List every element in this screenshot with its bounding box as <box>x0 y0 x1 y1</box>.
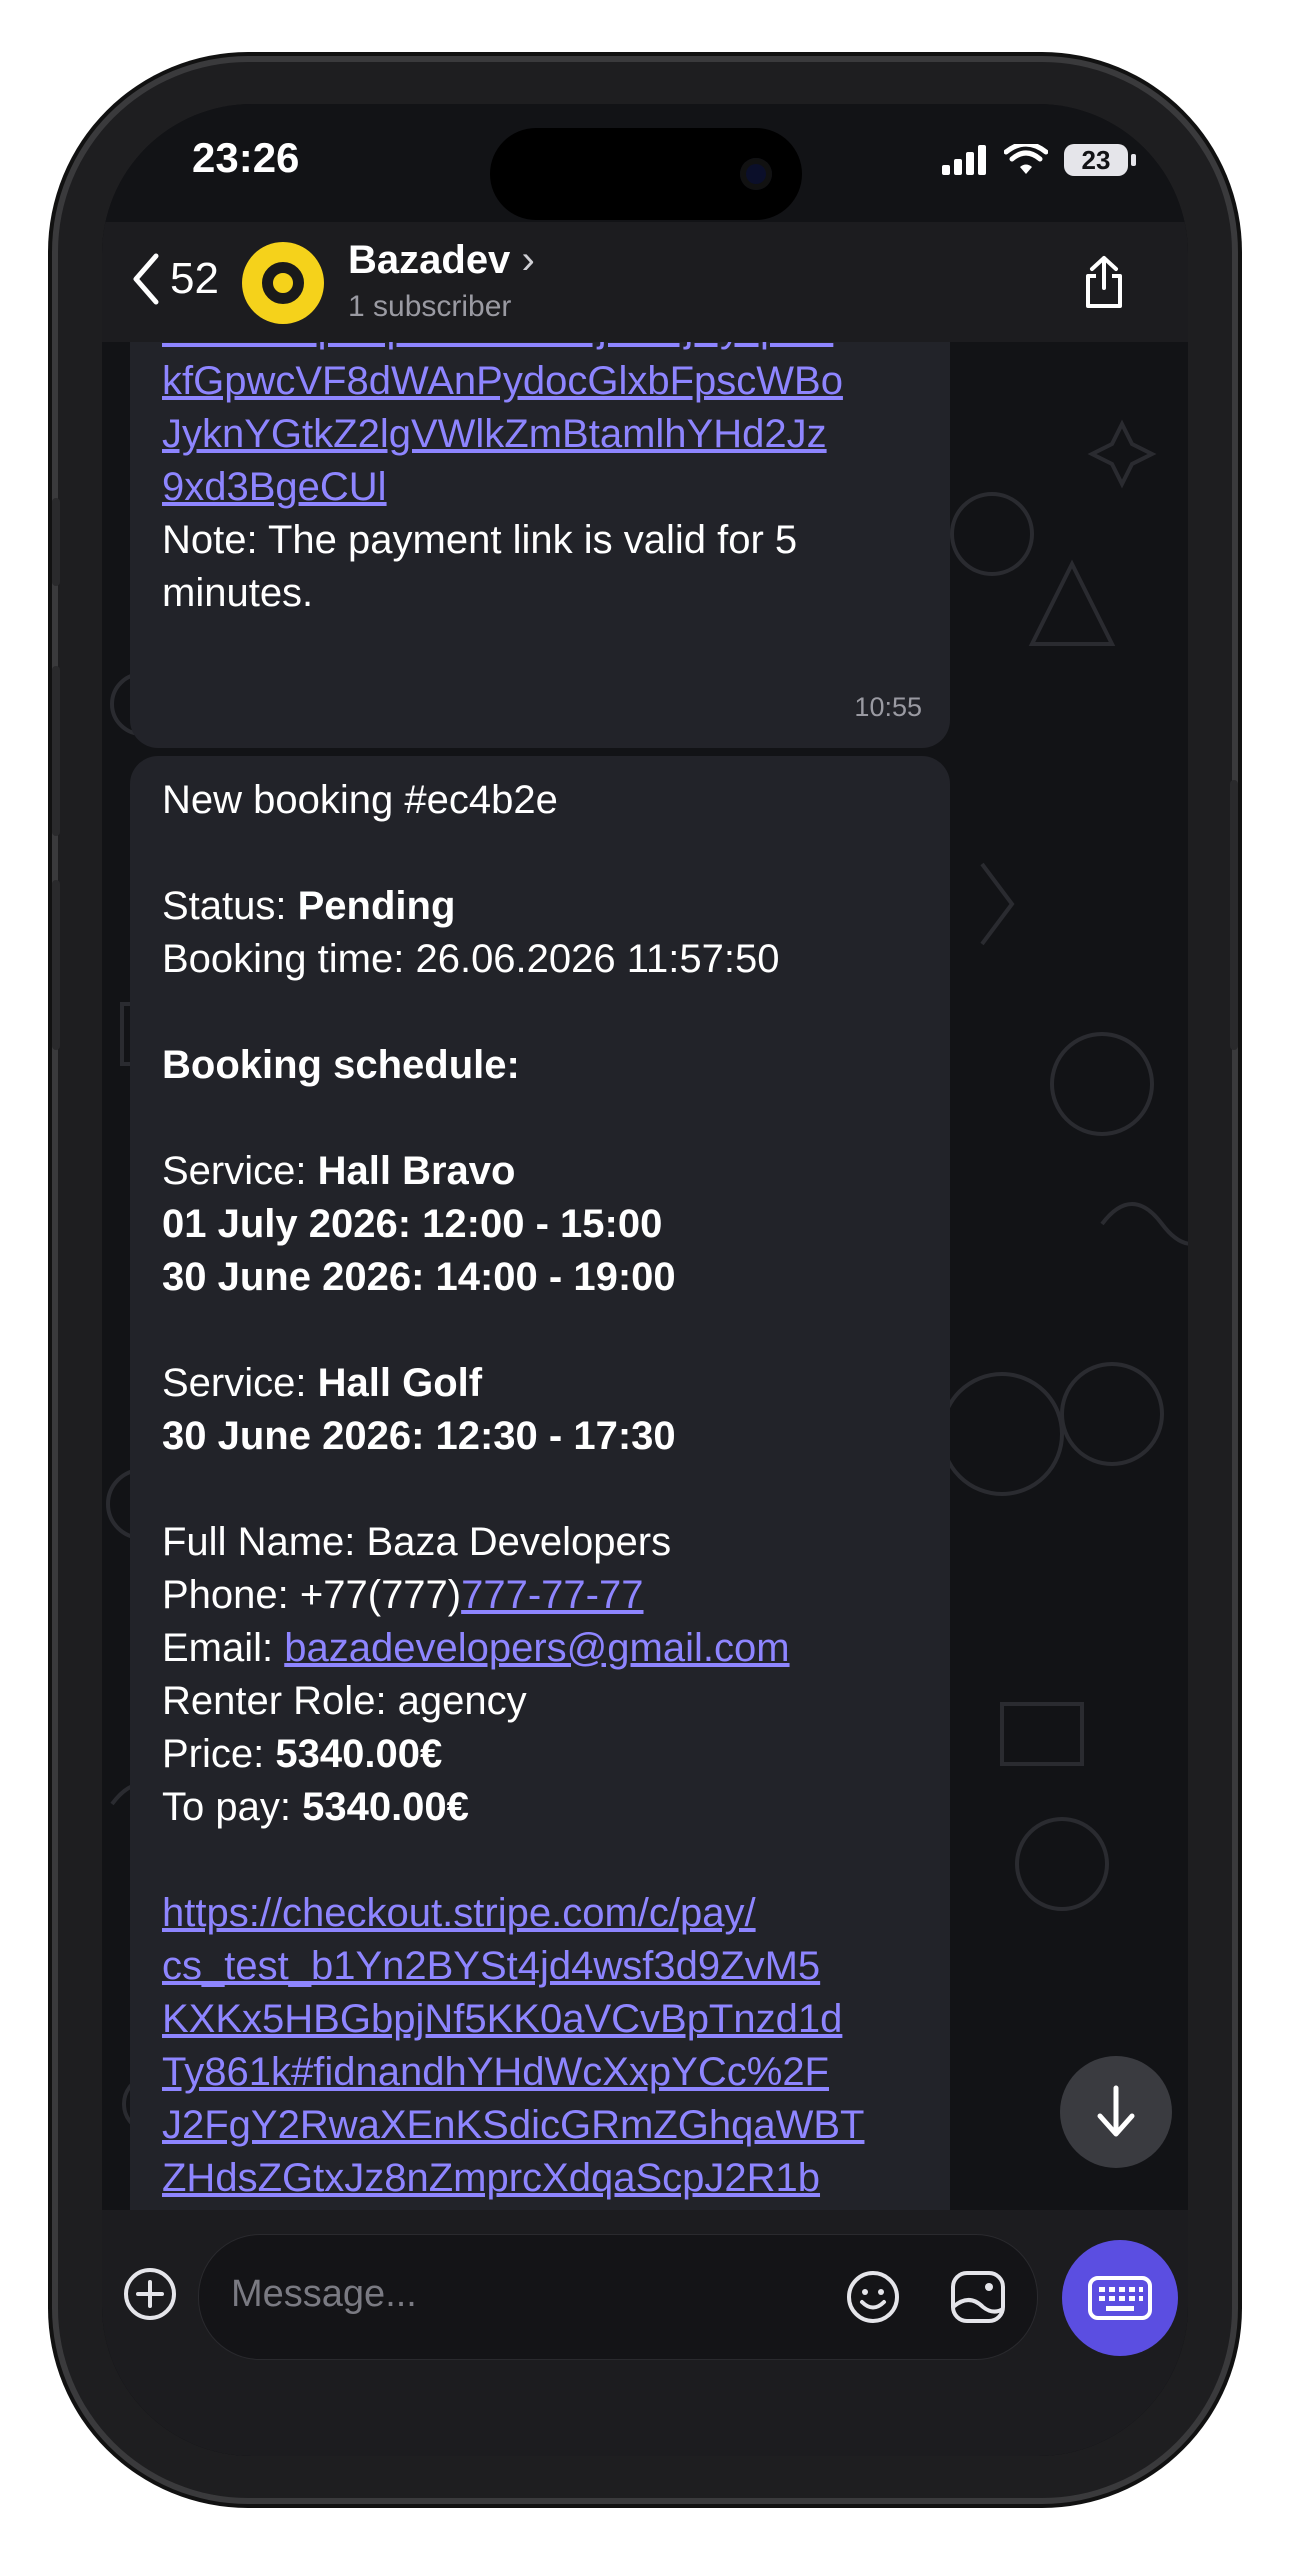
full-name: Full Name: Baza Developers <box>162 1520 672 1564</box>
unread-count: 52 <box>170 254 219 303</box>
payment-link-line[interactable]: J2FgY2RwaXEnKSdicGRmZGhqaWBT <box>162 2099 918 2152</box>
message-bubble-booking: New booking #ec4b2e Status: Pending Book… <box>130 756 950 2256</box>
signal-icon <box>942 145 986 175</box>
keyboard-icon <box>1088 2276 1152 2320</box>
status-icons: 23 <box>942 144 1136 176</box>
payment-link-line[interactable]: JyknYGtkZ2lgVWlkZmBtamlhYHd2Jz <box>162 408 918 461</box>
volume-down-button <box>52 880 60 1050</box>
payment-link-line[interactable]: ZHdsZGtxJz8nZmprcXdqaScpJ2R1b <box>162 2152 918 2205</box>
service-2: Service: Hall Golf <box>162 1361 483 1405</box>
battery-icon: 23 <box>1064 144 1136 176</box>
action-button <box>52 498 60 586</box>
service-1: Service: Hall Bravo <box>162 1149 516 1193</box>
chevron-right-icon: › <box>521 238 535 282</box>
status-bar: 23:26 23 <box>102 104 1188 234</box>
wifi-icon <box>1004 144 1048 174</box>
logo-ring <box>262 262 304 304</box>
renter-role: Renter Role: agency <box>162 1679 527 1723</box>
phone: Phone: +77(777)777-77-77 <box>162 1573 644 1617</box>
payment-link-line[interactable]: cs_test_b1Yn2BYSt4jd4wsf3d9ZvM5 <box>162 1940 918 1993</box>
price: Price: 5340.00€ <box>162 1732 443 1776</box>
power-button <box>1230 780 1238 1050</box>
message-bubble-payment-link: nBrYUZqaWp3Jz8nJmNjY2NjYycpJ2l kfGpwcVF8… <box>130 284 950 748</box>
volume-up-button <box>52 666 60 836</box>
scroll-down-button[interactable] <box>1060 2056 1172 2168</box>
note-text: Note: The payment link is valid for 5 <box>162 518 798 562</box>
phone-screen: nBrYUZqaWp3Jz8nJmNjY2NjYycpJ2l kfGpwcVF8… <box>102 104 1188 2456</box>
note-text: minutes. <box>162 571 314 615</box>
share-icon <box>1086 256 1122 308</box>
email: Email: bazadevelopers@gmail.com <box>162 1626 790 1670</box>
smile-icon <box>847 2271 899 2323</box>
camera-icon <box>740 158 772 190</box>
to-pay: To pay: 5340.00€ <box>162 1785 469 1829</box>
message-time: 10:55 <box>854 692 922 722</box>
payment-link-line[interactable]: KXKx5HBGbpjNf5KK0aVCvBpTnzd1d <box>162 1993 918 2046</box>
email-link[interactable]: bazadevelopers@gmail.com <box>284 1626 789 1670</box>
schedule-heading: Booking schedule: <box>162 1043 520 1087</box>
schedule-slot: 30 June 2026: 12:30 - 17:30 <box>162 1414 676 1458</box>
schedule-slot: 30 June 2026: 14:00 - 19:00 <box>162 1255 676 1299</box>
booking-status: Status: Pending <box>162 884 456 928</box>
booking-time: Booking time: 26.06.2026 11:57:50 <box>162 937 780 981</box>
plus-circle-icon <box>124 2268 176 2320</box>
share-button[interactable] <box>1082 254 1126 315</box>
arrow-down-icon <box>1097 2085 1135 2137</box>
payment-link-line[interactable]: Ty861k#fidnandhYHdWcXxpYCc%2F <box>162 2046 918 2099</box>
chevron-left-icon <box>133 253 159 305</box>
attach-button[interactable] <box>122 2266 178 2327</box>
phone-link[interactable]: 777-77-77 <box>461 1573 643 1617</box>
subscriber-count: 1 subscriber <box>348 290 512 323</box>
emoji-button[interactable] <box>845 2269 901 2330</box>
payment-link-line[interactable]: kfGpwcVF8dWAnPydocGlxbFpscWBo <box>162 355 918 408</box>
back-button[interactable]: 52 <box>130 252 219 306</box>
booking-title: New booking #ec4b2e <box>162 778 558 822</box>
payment-link-line[interactable]: 9xd3BgeCUl <box>162 461 918 514</box>
message-input[interactable]: Message... <box>198 2234 1038 2360</box>
channel-avatar[interactable] <box>242 242 324 324</box>
sticker-button[interactable] <box>949 2269 1007 2330</box>
message-placeholder: Message... <box>231 2273 417 2315</box>
channel-title[interactable]: Bazadev › <box>348 238 535 283</box>
keyboard-button[interactable] <box>1062 2240 1178 2356</box>
schedule-slot: 01 July 2026: 12:00 - 15:00 <box>162 1202 663 1246</box>
dynamic-island <box>490 128 802 220</box>
payment-link-line[interactable]: https://checkout.stripe.com/c/pay/ <box>162 1887 918 1940</box>
sticker-icon <box>951 2271 1005 2323</box>
chat-header: 52 Bazadev › 1 subscriber <box>102 222 1188 342</box>
message-composer: Message... <box>102 2210 1188 2456</box>
clock: 23:26 <box>192 134 300 181</box>
